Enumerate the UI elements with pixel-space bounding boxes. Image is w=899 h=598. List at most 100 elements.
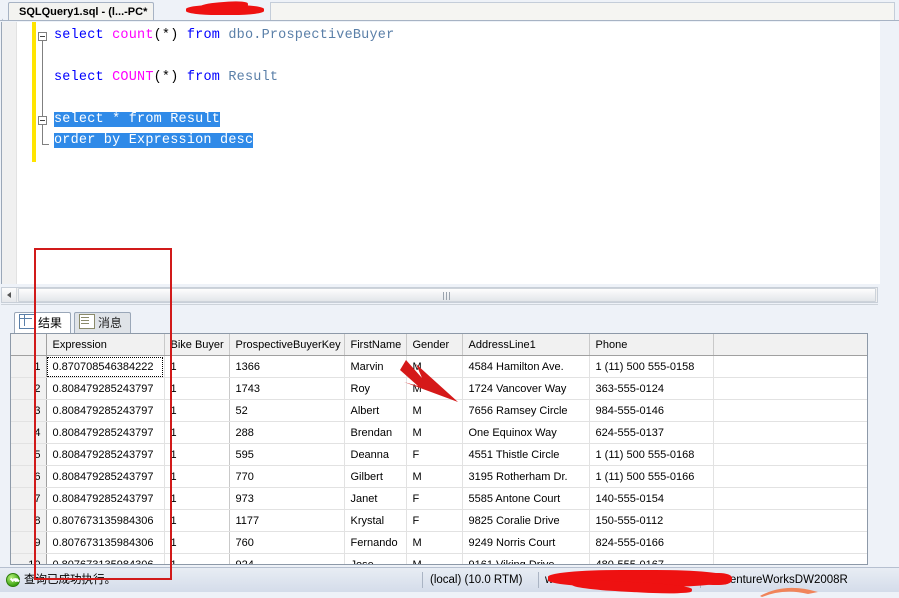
cell-gender[interactable]: M xyxy=(406,553,463,564)
tab-messages[interactable]: 消息 xyxy=(74,312,132,333)
cell-bike-buyer[interactable]: 1 xyxy=(164,421,230,444)
cell-firstname[interactable]: Deanna xyxy=(344,443,407,466)
cell-expression[interactable]: 0.808479285243797 xyxy=(46,465,165,488)
column-header-firstname[interactable]: FirstName xyxy=(344,334,407,356)
cell-addressline1[interactable]: 9249 Norris Court xyxy=(462,531,590,554)
row-number-cell[interactable]: 3 xyxy=(11,399,47,422)
cell-firstname[interactable]: Brendan xyxy=(344,421,407,444)
table-row[interactable]: 5 0.808479285243797 1 595 Deanna F 4551 Thistl… xyxy=(11,443,867,466)
cell-phone[interactable]: 150-555-0112 xyxy=(589,509,714,532)
cell-phone[interactable]: 824-555-0166 xyxy=(589,531,714,554)
row-number-cell[interactable]: 1 xyxy=(11,355,47,378)
row-number-header[interactable] xyxy=(11,334,47,356)
results-grid[interactable]: Expression Bike Buyer ProspectiveBuyerKe… xyxy=(10,333,868,565)
column-header-bike-buyer[interactable]: Bike Buyer xyxy=(164,334,230,356)
fold-toggle-icon-1[interactable] xyxy=(38,32,47,41)
cell-gender[interactable]: F xyxy=(406,509,463,532)
row-number-cell[interactable]: 6 xyxy=(11,465,47,488)
cell-prospectivebuyerkey[interactable]: 760 xyxy=(229,531,345,554)
cell-phone[interactable]: 1 (11) 500 555-0168 xyxy=(589,443,714,466)
cell-prospectivebuyerkey[interactable]: 288 xyxy=(229,421,345,444)
cell-addressline1[interactable]: 9161 Viking Drive xyxy=(462,553,590,564)
cell-firstname[interactable]: Gilbert xyxy=(344,465,407,488)
cell-bike-buyer[interactable]: 1 xyxy=(164,377,230,400)
cell-firstname[interactable]: Roy xyxy=(344,377,407,400)
cell-phone[interactable]: 624-555-0137 xyxy=(589,421,714,444)
row-number-cell[interactable]: 10 xyxy=(11,553,47,564)
editor-horizontal-scrollbar[interactable] xyxy=(1,287,878,303)
cell-gender[interactable]: M xyxy=(406,421,463,444)
column-header-phone[interactable]: Phone xyxy=(589,334,714,356)
scrollbar-thumb[interactable] xyxy=(18,288,876,302)
cell-expression[interactable]: 0.807673135984306 xyxy=(46,553,165,564)
cell-phone[interactable]: 480-555-0167 xyxy=(589,553,714,564)
cell-addressline1[interactable]: 9825 Coralie Drive xyxy=(462,509,590,532)
cell-prospectivebuyerkey[interactable]: 1366 xyxy=(229,355,345,378)
cell-bike-buyer[interactable]: 1 xyxy=(164,399,230,422)
cell-firstname[interactable]: Jose xyxy=(344,553,407,564)
cell-addressline1[interactable]: One Equinox Way xyxy=(462,421,590,444)
cell-firstname[interactable]: Krystal xyxy=(344,509,407,532)
cell-addressline1[interactable]: 3195 Rotherham Dr. xyxy=(462,465,590,488)
table-row[interactable]: 4 0.808479285243797 1 288 Brendan M One Equino… xyxy=(11,421,867,444)
cell-prospectivebuyerkey[interactable]: 1177 xyxy=(229,509,345,532)
cell-firstname[interactable]: Fernando xyxy=(344,531,407,554)
cell-expression[interactable]: 0.808479285243797 xyxy=(46,421,165,444)
cell-gender[interactable]: M xyxy=(406,355,463,378)
cell-expression[interactable]: 0.807673135984306 xyxy=(46,531,165,554)
column-header-prospectivebuyerkey[interactable]: ProspectiveBuyerKey xyxy=(229,334,345,356)
row-number-cell[interactable]: 8 xyxy=(11,509,47,532)
table-row[interactable]: 10 0.807673135984306 1 924 Jose M 9161 Viking … xyxy=(11,553,867,564)
cell-firstname[interactable]: Marvin xyxy=(344,355,407,378)
table-row[interactable]: 7 0.808479285243797 1 973 Janet F 5585 Antone … xyxy=(11,487,867,510)
table-row[interactable]: 3 0.808479285243797 1 52 Albert M 7656 Ramsey … xyxy=(11,399,867,422)
cell-gender[interactable]: F xyxy=(406,443,463,466)
cell-prospectivebuyerkey[interactable]: 770 xyxy=(229,465,345,488)
column-header-expression[interactable]: Expression xyxy=(46,334,165,356)
cell-addressline1[interactable]: 4551 Thistle Circle xyxy=(462,443,590,466)
cell-expression[interactable]: 0.807673135984306 xyxy=(46,509,165,532)
cell-phone[interactable]: 1 (11) 500 555-0158 xyxy=(589,355,714,378)
column-header-gender[interactable]: Gender xyxy=(406,334,463,356)
cell-bike-buyer[interactable]: 1 xyxy=(164,443,230,466)
cell-gender[interactable]: M xyxy=(406,377,463,400)
cell-gender[interactable]: M xyxy=(406,465,463,488)
scroll-left-arrow-icon[interactable] xyxy=(2,288,17,302)
cell-firstname[interactable]: Albert xyxy=(344,399,407,422)
row-number-cell[interactable]: 5 xyxy=(11,443,47,466)
cell-phone[interactable]: 1 (11) 500 555-0166 xyxy=(589,465,714,488)
row-number-cell[interactable]: 7 xyxy=(11,487,47,510)
cell-prospectivebuyerkey[interactable]: 595 xyxy=(229,443,345,466)
cell-phone[interactable]: 140-555-0154 xyxy=(589,487,714,510)
column-header-addressline1[interactable]: AddressLine1 xyxy=(462,334,590,356)
cell-gender[interactable]: M xyxy=(406,531,463,554)
cell-gender[interactable]: M xyxy=(406,399,463,422)
table-row[interactable]: 2 0.808479285243797 1 1743 Roy M 1724 Vancover… xyxy=(11,377,867,400)
cell-prospectivebuyerkey[interactable]: 52 xyxy=(229,399,345,422)
table-row[interactable]: 1 0.870708546384222 1 1366 Marvin M 4584 Hamil… xyxy=(11,355,867,378)
cell-bike-buyer[interactable]: 1 xyxy=(164,509,230,532)
cell-addressline1[interactable]: 4584 Hamilton Ave. xyxy=(462,355,590,378)
table-row[interactable]: 9 0.807673135984306 1 760 Fernando M 9249 Norr… xyxy=(11,531,867,554)
cell-expression[interactable]: 0.808479285243797 xyxy=(46,443,165,466)
cell-phone[interactable]: 363-555-0124 xyxy=(589,377,714,400)
cell-gender[interactable]: F xyxy=(406,487,463,510)
cell-addressline1[interactable]: 7656 Ramsey Circle xyxy=(462,399,590,422)
table-row[interactable]: 6 0.808479285243797 1 770 Gilbert M 3195 Rothe… xyxy=(11,465,867,488)
row-number-cell[interactable]: 9 xyxy=(11,531,47,554)
row-number-cell[interactable]: 2 xyxy=(11,377,47,400)
cell-bike-buyer[interactable]: 1 xyxy=(164,465,230,488)
cell-addressline1[interactable]: 5585 Antone Court xyxy=(462,487,590,510)
cell-prospectivebuyerkey[interactable]: 973 xyxy=(229,487,345,510)
cell-prospectivebuyerkey[interactable]: 1743 xyxy=(229,377,345,400)
cell-expression[interactable]: 0.808479285243797 xyxy=(46,399,165,422)
cell-bike-buyer[interactable]: 1 xyxy=(164,553,230,564)
cell-expression[interactable]: 0.808479285243797 xyxy=(46,487,165,510)
cell-expression[interactable]: 0.808479285243797 xyxy=(46,377,165,400)
document-tab-sqlquery1[interactable]: SQLQuery1.sql - (l...-PC* xyxy=(8,2,155,20)
fold-toggle-icon-2[interactable] xyxy=(38,116,47,125)
cell-bike-buyer[interactable]: 1 xyxy=(164,531,230,554)
cell-bike-buyer[interactable]: 1 xyxy=(164,355,230,378)
cell-phone[interactable]: 984-555-0146 xyxy=(589,399,714,422)
cell-bike-buyer[interactable]: 1 xyxy=(164,487,230,510)
